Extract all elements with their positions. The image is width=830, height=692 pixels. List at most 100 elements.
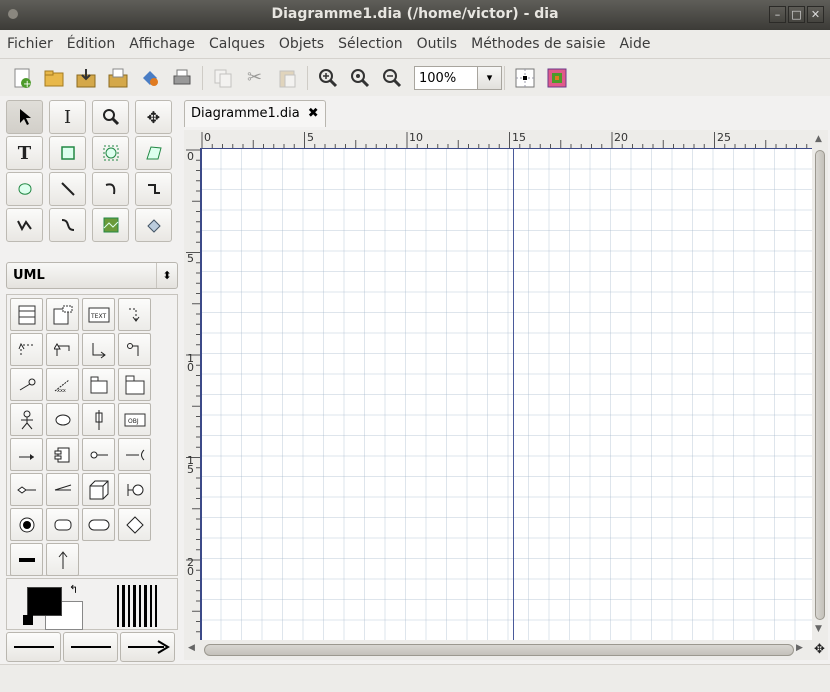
image-tool-icon[interactable] (92, 208, 129, 242)
svg-text:+: + (23, 79, 31, 89)
cut-icon[interactable]: ✂ (241, 64, 268, 91)
uml-lifeline-shape[interactable] (82, 403, 115, 436)
uml-implements-shape[interactable] (118, 333, 151, 366)
document-tab[interactable]: Diagramme1.dia ✖ (184, 100, 326, 127)
uml-component-shape[interactable] (46, 438, 79, 471)
new-diagram-icon[interactable]: + (8, 64, 35, 91)
uml-node-shape[interactable] (10, 473, 43, 506)
menu-calques[interactable]: Calques (202, 36, 272, 52)
uml-classicon-shape[interactable] (82, 438, 115, 471)
uml-3d-node-shape[interactable] (82, 473, 115, 506)
menu-selection[interactable]: Sélection (331, 36, 410, 52)
pointer-tool-icon[interactable] (6, 100, 43, 134)
uml-generalization-shape[interactable] (46, 333, 79, 366)
horizontal-scroll-thumb[interactable] (204, 644, 794, 656)
default-colors-icon[interactable] (23, 615, 33, 625)
sheet-selector[interactable]: UML ⬍ (6, 262, 178, 289)
menu-edition[interactable]: Édition (60, 36, 122, 52)
copy-icon[interactable] (209, 64, 236, 91)
uml-state-shape[interactable] (46, 508, 79, 541)
minimize-button[interactable]: – (769, 6, 786, 23)
zoom-dropdown-button[interactable]: ▾ (478, 65, 502, 90)
vruler-label: 5 (187, 252, 194, 265)
close-window-button[interactable]: ✕ (807, 6, 824, 23)
uml-large-package-shape[interactable] (82, 368, 115, 401)
box-tool-icon[interactable] (49, 136, 86, 170)
line-tool-icon[interactable] (49, 172, 86, 206)
zoom-fit-icon[interactable] (346, 64, 373, 91)
swap-colors-icon[interactable]: ↰ (69, 583, 78, 596)
text-tool-icon[interactable]: T (6, 136, 43, 170)
scroll-left-icon[interactable]: ◀ (188, 643, 195, 653)
save-as-icon[interactable] (104, 64, 131, 91)
uml-object-shape[interactable]: OBJ (118, 403, 151, 436)
uml-decision-shape[interactable] (118, 508, 151, 541)
menu-methodes-de-saisie[interactable]: Méthodes de saisie (464, 36, 612, 52)
uml-dependency-shape[interactable] (118, 298, 151, 331)
uml-small-package-shape[interactable]: xxx (46, 368, 79, 401)
navigation-icon[interactable]: ✥ (814, 642, 825, 657)
uml-message-shape[interactable] (10, 438, 43, 471)
uml-interface-shape[interactable] (118, 473, 151, 506)
menu-aide[interactable]: Aide (612, 36, 657, 52)
uml-fork-shape[interactable] (118, 438, 151, 471)
zoom-out-icon[interactable] (378, 64, 405, 91)
magnify-tool-icon[interactable] (92, 100, 129, 134)
uml-branch-shape[interactable] (46, 473, 79, 506)
scroll-down-icon[interactable]: ▼ (815, 624, 822, 634)
ruler-corner (184, 130, 200, 148)
scroll-right-icon[interactable]: ▶ (796, 643, 803, 653)
zoom-input[interactable]: 100% (414, 65, 478, 90)
snap-to-grid-icon[interactable] (511, 64, 538, 91)
diagram-canvas[interactable] (200, 148, 812, 640)
outline-tool-icon[interactable] (135, 208, 172, 242)
menu-outils[interactable]: Outils (410, 36, 464, 52)
vertical-scrollbar[interactable]: ▲ ▼ (812, 130, 828, 640)
object-snap-icon[interactable] (543, 64, 570, 91)
start-arrow-button[interactable] (6, 632, 61, 662)
bezier-line-tool-icon[interactable] (49, 208, 86, 242)
horizontal-scrollbar[interactable]: ◀ ▶ ✥ (184, 640, 828, 660)
zoom-in-icon[interactable] (314, 64, 341, 91)
uml-class-shape[interactable] (10, 298, 43, 331)
zigzag-line-tool-icon[interactable] (135, 172, 172, 206)
svg-text:OBJ: OBJ (128, 418, 139, 425)
scroll-up-icon[interactable]: ▲ (815, 134, 822, 144)
print-icon[interactable] (168, 64, 195, 91)
uml-actor-shape[interactable] (10, 403, 43, 436)
uml-constraint-shape[interactable] (10, 368, 43, 401)
polyline-tool-icon[interactable] (6, 208, 43, 242)
save-icon[interactable] (72, 64, 99, 91)
uml-transition-shape[interactable] (46, 543, 79, 576)
scroll-tool-icon[interactable]: ✥ (135, 100, 172, 134)
main-toolbar: + ✂ 100% ▾ (0, 59, 830, 96)
uml-note-shape[interactable]: TEXT (82, 298, 115, 331)
page-break-line (513, 148, 514, 640)
uml-template-class-shape[interactable] (46, 298, 79, 331)
uml-association-shape[interactable] (82, 333, 115, 366)
menu-fichier[interactable]: Fichier (0, 36, 60, 52)
ellipse-tool-icon[interactable] (92, 136, 129, 170)
line-width-selector[interactable] (117, 585, 157, 627)
uml-package-shape[interactable] (118, 368, 151, 401)
polygon-tool-icon[interactable] (135, 136, 172, 170)
menu-affichage[interactable]: Affichage (122, 36, 202, 52)
uml-fork-bar-shape[interactable] (10, 543, 43, 576)
uml-activity-shape[interactable] (82, 508, 115, 541)
close-tab-icon[interactable]: ✖ (308, 101, 319, 127)
menu-objets[interactable]: Objets (272, 36, 331, 52)
uml-realizes-shape[interactable] (10, 333, 43, 366)
foreground-color-swatch[interactable] (27, 587, 62, 616)
maximize-button[interactable]: □ (788, 6, 805, 23)
uml-usecase-shape[interactable] (46, 403, 79, 436)
arc-tool-icon[interactable] (92, 172, 129, 206)
beziergon-tool-icon[interactable] (6, 172, 43, 206)
uml-initial-state-shape[interactable] (10, 508, 43, 541)
line-style-button[interactable] (63, 632, 118, 662)
open-icon[interactable] (40, 64, 67, 91)
paste-icon[interactable] (273, 64, 300, 91)
export-icon[interactable] (136, 64, 163, 91)
text-edit-tool-icon[interactable]: I (49, 100, 86, 134)
end-arrow-button[interactable] (120, 632, 175, 662)
vertical-scroll-thumb[interactable] (815, 150, 825, 620)
